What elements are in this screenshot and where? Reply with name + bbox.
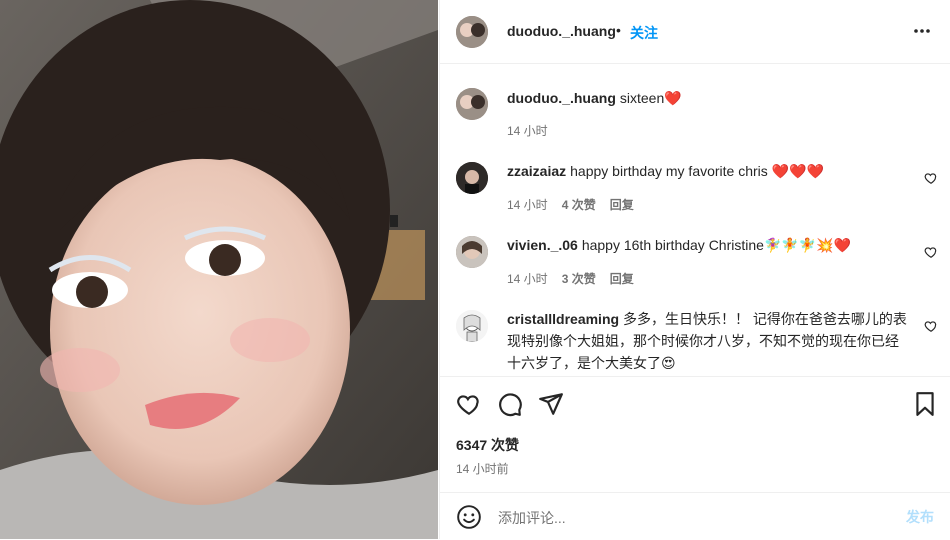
emoji-icon[interactable] (456, 504, 482, 530)
small-heart-icon[interactable] (924, 319, 938, 333)
reply-button[interactable]: 回复 (610, 198, 634, 212)
like-icon[interactable] (456, 391, 482, 417)
save-icon[interactable] (912, 391, 938, 417)
comment-emoji: 😍 (661, 355, 676, 371)
caption-username[interactable]: duoduo._.huang (507, 90, 616, 106)
comment-text: cristallldreaming 多多，生日快乐！！ 记得你在爸爸去哪儿的表现特… (507, 308, 907, 374)
comment-emoji: 🧚‍♀️🧚🧚💥❤️ (763, 237, 852, 253)
commenter-username[interactable]: zzaizaiaz (507, 163, 566, 179)
comment-likes[interactable]: 4 次赞 (562, 198, 596, 212)
more-options-icon[interactable] (910, 19, 934, 43)
comment-likes[interactable]: 3 次赞 (562, 272, 596, 286)
selfie-photo (0, 0, 438, 539)
caption-avatar[interactable] (456, 88, 488, 120)
comment-meta: 14 小时 4 次赞 回复 (507, 196, 648, 213)
comment-text: zzaizaiaz happy birthday my favorite chri… (507, 160, 907, 182)
caption-text: duoduo._.huang sixteen❤️ (507, 87, 682, 109)
comment-item: cristallldreaming 多多，生日快乐！！ 记得你在爸爸去哪儿的表现特… (440, 308, 950, 374)
add-comment-bar: 发布 (440, 492, 950, 540)
comment-item: vivien._.06 happy 16th birthday Christine… (440, 234, 950, 294)
post-details-panel: duoduo._.huang • 关注 duoduo._.huang sixtee… (439, 0, 950, 539)
reply-button[interactable]: 回复 (610, 272, 634, 286)
comment-time: 14 小时 (507, 272, 548, 286)
comment-body: happy 16th birthday Christine (581, 237, 764, 253)
header-separator: • (616, 22, 621, 38)
comment-body: happy birthday my favorite chris (570, 163, 768, 179)
commenter-avatar[interactable] (456, 162, 488, 194)
post-caption: duoduo._.huang sixteen❤️ 14 小时 (440, 86, 950, 146)
small-heart-icon[interactable] (924, 245, 938, 259)
author-avatar[interactable] (456, 16, 488, 48)
post-header: duoduo._.huang • 关注 (440, 0, 950, 64)
caption-emoji: ❤️ (664, 90, 682, 106)
comment-icon[interactable] (497, 391, 523, 417)
post-image (0, 0, 438, 539)
follow-button[interactable]: 关注 (630, 23, 658, 43)
commenter-avatar[interactable] (456, 310, 488, 342)
comment-time: 14 小时 (507, 198, 548, 212)
commenter-avatar[interactable] (456, 236, 488, 268)
share-icon[interactable] (538, 391, 564, 417)
comment-meta: 14 小时 3 次赞 回复 (507, 270, 648, 287)
comment-item: zzaizaiaz happy birthday my favorite chri… (440, 160, 950, 220)
author-username[interactable]: duoduo._.huang (507, 23, 616, 39)
commenter-username[interactable]: vivien._.06 (507, 237, 578, 253)
caption-meta: 14 小时 (507, 122, 562, 139)
small-heart-icon[interactable] (924, 171, 938, 185)
comment-text: vivien._.06 happy 16th birthday Christine… (507, 234, 907, 256)
comment-input[interactable] (496, 506, 880, 530)
commenter-username[interactable]: cristallldreaming (507, 311, 619, 327)
caption-time: 14 小时 (507, 124, 548, 138)
comment-emoji: ❤️❤️❤️ (771, 163, 824, 179)
post-time[interactable]: 14 小时前 (456, 460, 509, 477)
caption-body: sixteen (619, 90, 665, 106)
post-comment-button[interactable]: 发布 (906, 507, 934, 527)
post-actions: 6347 次赞 14 小时前 发布 (440, 376, 950, 539)
likes-count[interactable]: 6347 次赞 (456, 435, 519, 455)
